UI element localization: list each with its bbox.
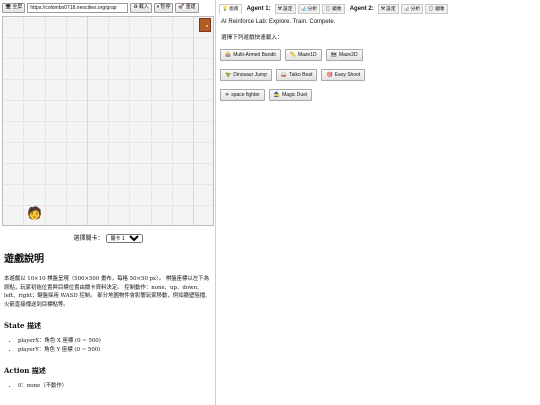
- action-list: 0：none（不動作）: [4, 382, 214, 391]
- doc-title: 遊戲說明: [4, 254, 44, 265]
- reset-icon: 🚀: [178, 4, 185, 10]
- fullscreen-label: 全屏: [12, 4, 23, 10]
- state-list: playerX：角色 X 座標 (0 ~ 500) playerY：角色 Y 座…: [4, 337, 214, 355]
- agent2-label: Agent 2:: [349, 6, 374, 12]
- tab-label: 分析: [307, 6, 318, 12]
- level-select[interactable]: 關卡 1: [105, 234, 143, 243]
- plane-icon: ✈: [225, 92, 230, 98]
- game-button-maze2d[interactable]: 🗺 Maze2D: [325, 49, 363, 61]
- game-label: Dinosaur Jump: [233, 72, 267, 78]
- tab-agent1-settings[interactable]: ⚒ 設定: [274, 4, 296, 14]
- game-label: Maze2D: [338, 52, 358, 58]
- slot-machine-icon: 🎰: [225, 52, 232, 58]
- game-button-magicduel[interactable]: 🧙 Magic Duel: [268, 89, 313, 101]
- hint-text: 選擇下列遊戲快速載入：: [221, 35, 283, 41]
- game-button-taiko[interactable]: 🥁 Taiko Beat: [275, 69, 318, 81]
- fullscreen-icon: 🖥: [5, 4, 12, 10]
- tab-label: 分析: [410, 6, 421, 12]
- game-label: Maze1D: [297, 52, 317, 58]
- tab-agent1-analysis[interactable]: 📊 分析: [297, 4, 321, 14]
- dinosaur-icon: 🦖: [225, 72, 232, 78]
- right-panel: 💡 指南 Agent 1: ⚒ 設定 📊 分析 🪞 鏡象 Agent 2: ⚒ 設定 📊 分…: [217, 0, 540, 405]
- load-label: 載入: [138, 4, 149, 10]
- fullscreen-button[interactable]: 🖥 全屏: [2, 2, 26, 13]
- game-description: 遊戲說明 本遊戲以 10×10 棋盤呈現（500×500 畫布，每格 50×50…: [4, 250, 214, 402]
- doc-paragraph: 本遊戲以 10×10 棋盤呈現（500×500 畫布，每格 50×50 px）。…: [4, 276, 211, 308]
- level-select-label: 選擇關卡：: [73, 236, 104, 242]
- reset-label: 重建: [185, 4, 196, 10]
- game-label: Multi-Armed Bandit: [233, 52, 276, 58]
- wizard-icon: 🧙: [273, 92, 281, 98]
- ruler-icon: 📏: [289, 52, 296, 58]
- game-button-list: 🎰 Multi-Armed Bandit 📏 Maze1D 🗺 Maze2D 🦖 Din…: [220, 49, 520, 101]
- tab-agent2-mirror[interactable]: 🪞 鏡象: [425, 4, 448, 14]
- game-board[interactable]: 🧑: [2, 16, 214, 226]
- list-item: playerX：角色 X 座標 (0 ~ 500): [18, 337, 214, 346]
- game-button-maze1d[interactable]: 📏 Maze1D: [284, 49, 322, 61]
- game-button-bandit[interactable]: 🎰 Multi-Armed Bandit: [220, 49, 281, 61]
- settings-icon: ⚒: [380, 6, 386, 12]
- game-label: Easy Shoot: [334, 72, 361, 78]
- agent1-label: Agent 1:: [246, 6, 271, 12]
- tab-bar: 💡 指南 Agent 1: ⚒ 設定 📊 分析 🪞 鏡象 Agent 2: ⚒ 設定 📊 分…: [219, 3, 448, 15]
- mirror-icon: 🪞: [325, 6, 332, 12]
- goal-door-icon: [199, 18, 211, 32]
- chart-icon: 📊: [300, 6, 307, 12]
- game-button-dinosaur[interactable]: 🦖 Dinosaur Jump: [220, 69, 272, 81]
- load-icon: ♻: [133, 4, 138, 10]
- toolbar: 🖥 全屏 https://colombo0718.neocities.org/gr…: [2, 2, 214, 13]
- pause-label: 暫停: [160, 4, 171, 10]
- state-heading: State 描述: [4, 321, 41, 331]
- game-label: Taiko Beat: [289, 72, 313, 78]
- list-item: 0：none（不動作）: [18, 382, 214, 391]
- player-icon: 🧑: [27, 206, 42, 220]
- list-item: playerY：角色 Y 座標 (0 ~ 500): [18, 346, 214, 355]
- mirror-icon: 🪞: [428, 6, 435, 12]
- game-label: Magic Duel: [282, 92, 308, 98]
- reset-button[interactable]: 🚀 重建: [175, 2, 199, 13]
- game-button-spacefighter[interactable]: ✈ space fighter: [220, 89, 265, 101]
- url-input[interactable]: https://colombo0718.neocities.org/grap: [27, 2, 129, 13]
- tab-label: 鏡象: [435, 6, 445, 12]
- tab-label: 設定: [282, 6, 293, 12]
- tab-agent2-analysis[interactable]: 📊 分析: [400, 4, 424, 14]
- left-panel: 🖥 全屏 https://colombo0718.neocities.org/gr…: [0, 0, 216, 405]
- tab-guide-label: 指南: [228, 6, 239, 12]
- action-heading: Action 描述: [4, 366, 46, 376]
- target-icon: 🎯: [326, 72, 333, 78]
- lightbulb-icon: 💡: [222, 6, 228, 12]
- load-button[interactable]: ♻ 載入: [130, 2, 152, 13]
- tab-guide[interactable]: 💡 指南: [219, 4, 242, 14]
- map-icon: 🗺: [330, 52, 337, 58]
- game-button-easyshoot[interactable]: 🎯 Easy Shoot: [321, 69, 366, 81]
- game-label: space fighter: [231, 92, 260, 98]
- intro-text: AI Reinforce Lab: Explore. Train. Compet…: [221, 19, 336, 25]
- tab-agent1-mirror[interactable]: 🪞 鏡象: [322, 4, 345, 14]
- tab-agent2-settings[interactable]: ⚒ 設定: [377, 4, 399, 14]
- settings-icon: ⚒: [277, 6, 282, 12]
- pause-icon: ⏸: [156, 4, 160, 10]
- tab-label: 設定: [386, 6, 396, 12]
- chart-icon: 📊: [403, 6, 410, 12]
- drum-icon: 🥁: [280, 72, 288, 78]
- tab-label: 鏡象: [332, 6, 342, 12]
- pause-button[interactable]: ⏸ 暫停: [153, 2, 174, 13]
- level-select-row: 選擇關卡： 關卡 1: [0, 233, 215, 243]
